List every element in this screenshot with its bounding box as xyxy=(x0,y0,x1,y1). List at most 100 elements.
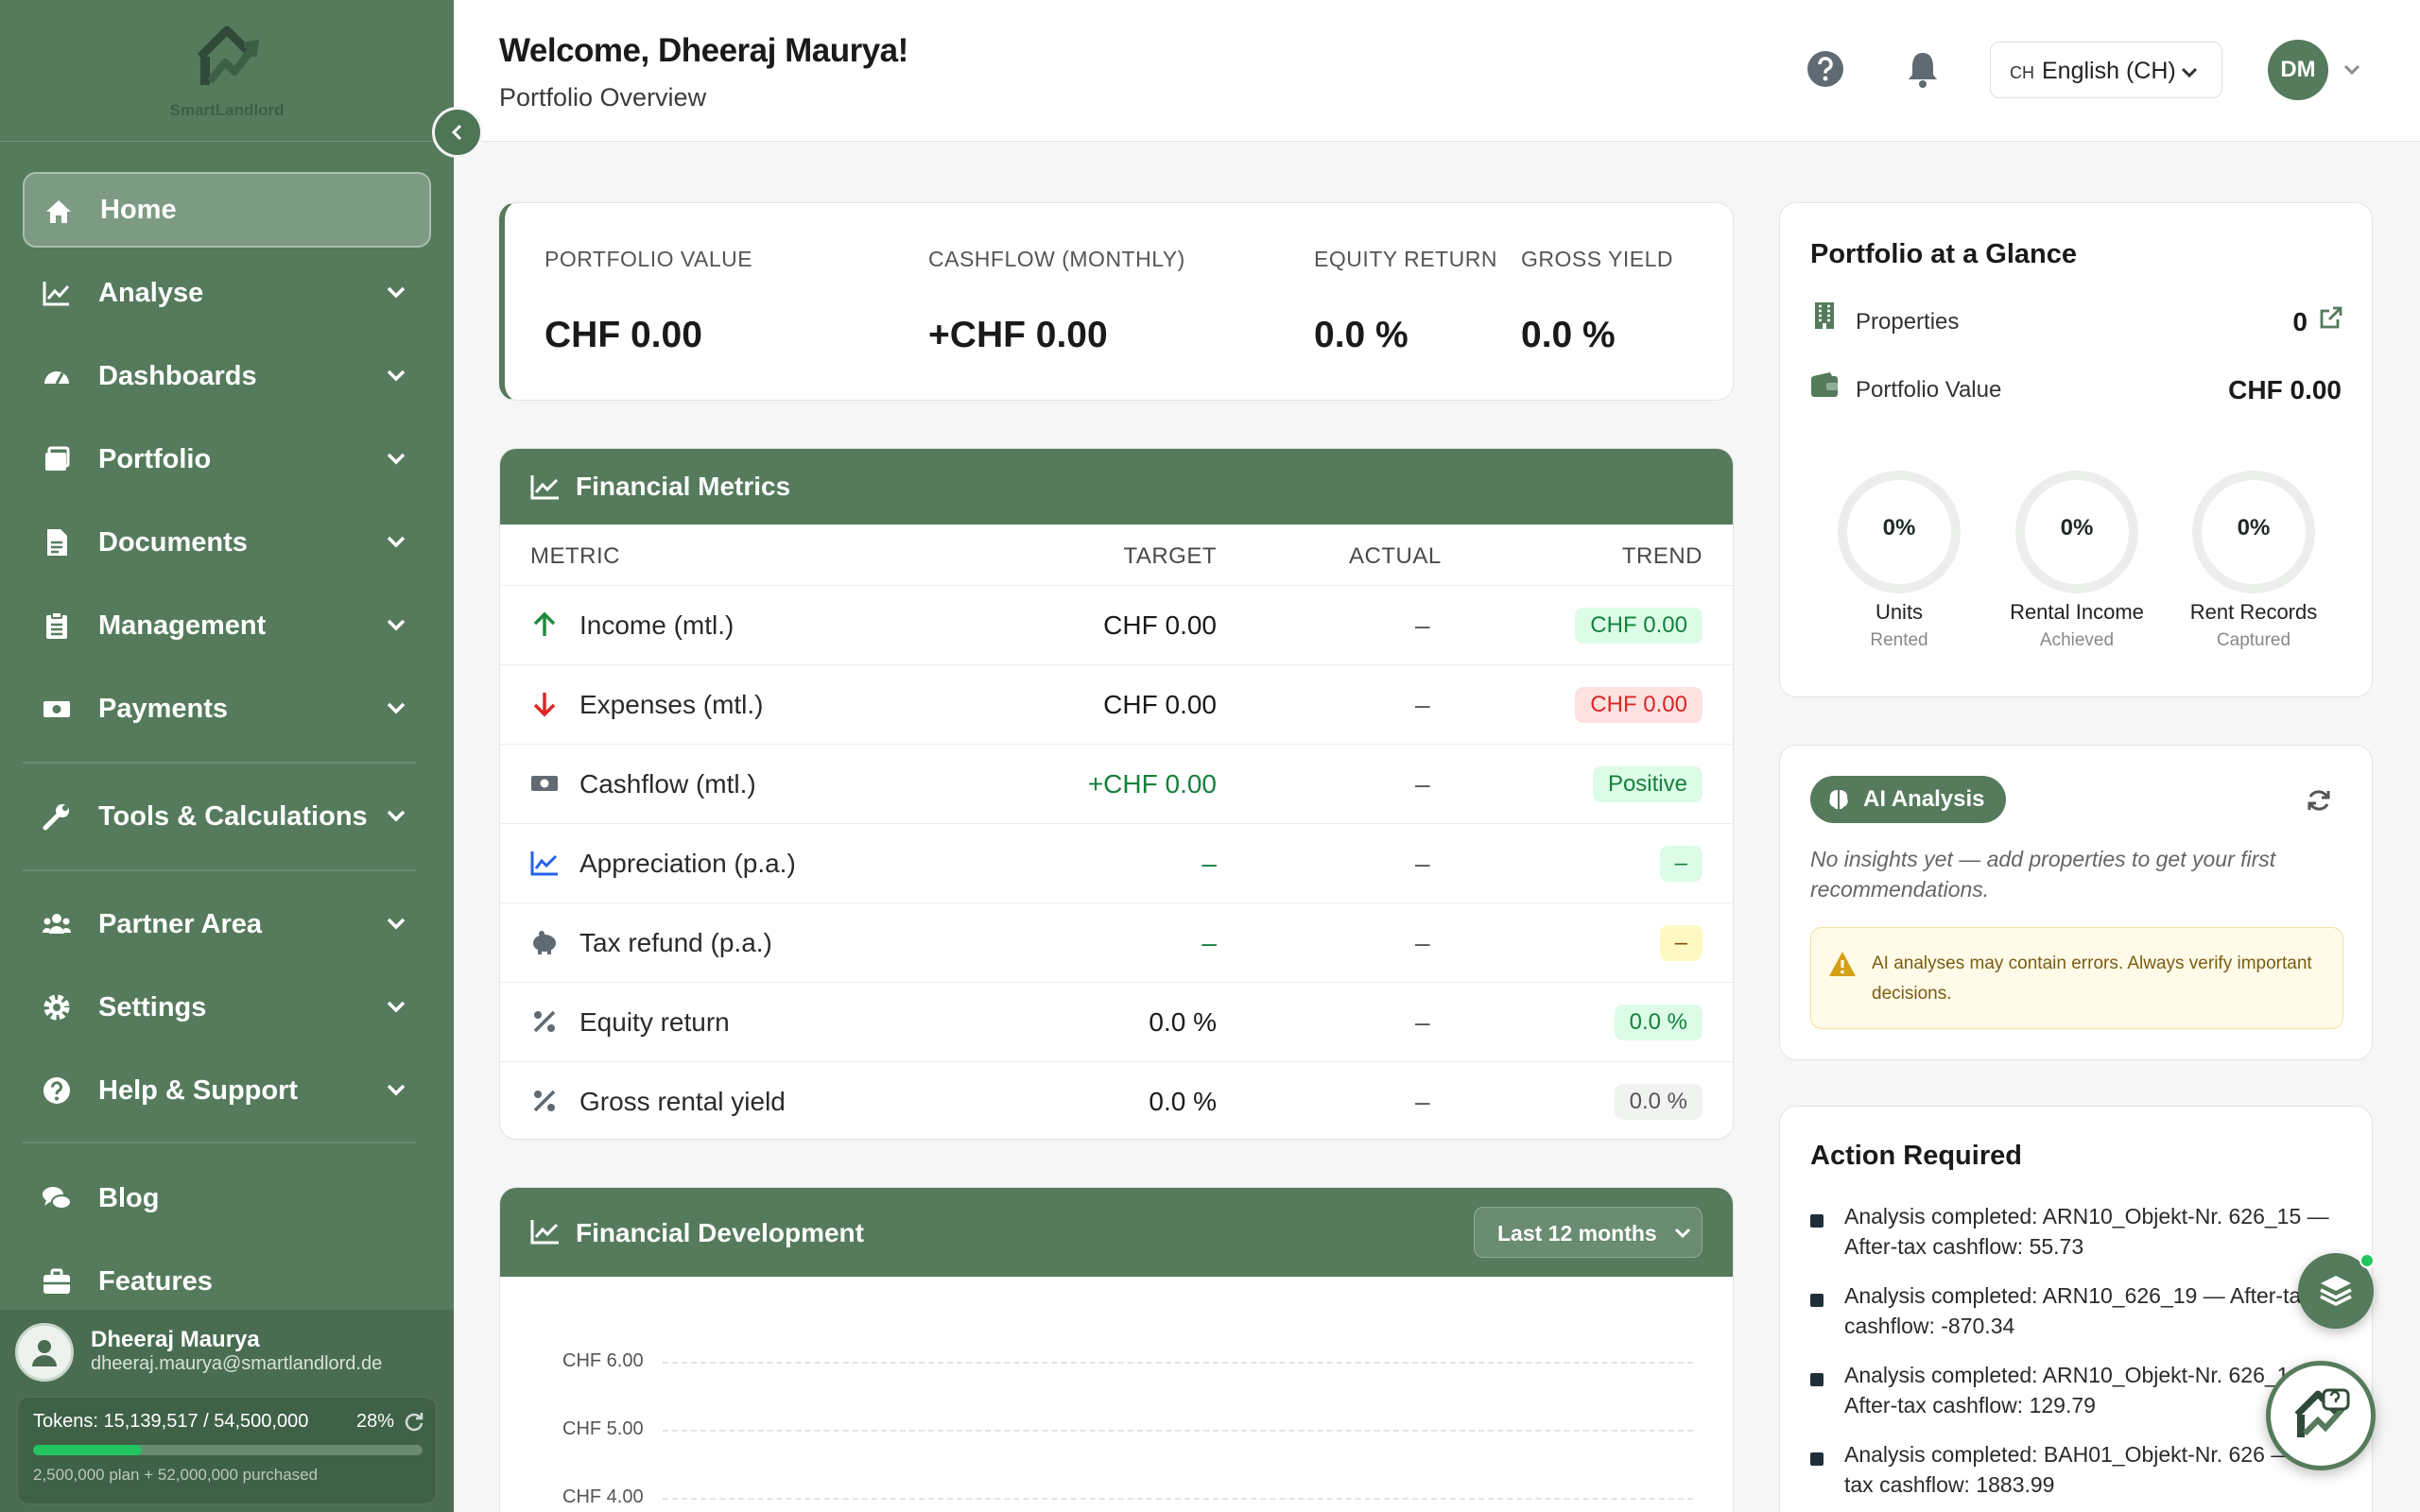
assistant-chat-button[interactable] xyxy=(2266,1361,2376,1470)
assistant-chat-icon xyxy=(2294,1388,2350,1437)
sidebar-item-label: Payments xyxy=(98,693,229,724)
sidebar-item-help-support[interactable]: Help & Support xyxy=(23,1053,431,1128)
sidebar-item-label: Blog xyxy=(98,1182,160,1213)
gauge-icon xyxy=(44,371,69,385)
chevron-down-icon[interactable] xyxy=(2342,60,2361,79)
sidebar-item-label: Documents xyxy=(98,526,248,558)
ring-percent: 0% xyxy=(2060,515,2094,541)
ring-percent: 0% xyxy=(1882,515,1916,541)
trend-badge: 0.0 % xyxy=(1614,1005,1703,1040)
financial-metrics-header: Financial Metrics xyxy=(500,449,1733,524)
user-avatar[interactable] xyxy=(15,1323,74,1382)
metric-label: Equity return xyxy=(579,1007,730,1037)
logo[interactable]: SmartLandlord xyxy=(0,0,454,142)
metric-label: Tax refund (p.a.) xyxy=(579,928,772,957)
metric-label: Appreciation (p.a.) xyxy=(579,849,796,878)
sidebar-item-dashboards[interactable]: Dashboards xyxy=(23,338,431,414)
chart-line-icon xyxy=(43,282,70,306)
ring-rent-records: 0% xyxy=(2191,470,2316,594)
table-row: Expenses (mtl.) CHF 0.00 – CHF 0.00 xyxy=(500,664,1733,744)
sidebar-item-settings[interactable]: Settings xyxy=(23,970,431,1045)
stat-value: CHF 0.00 xyxy=(544,315,702,355)
financial-metrics-card: Financial Metrics METRIC TARGET ACTUAL T… xyxy=(499,448,1734,1140)
action-text: Analysis completed: ARN10_Objekt-Nr. 626… xyxy=(1844,1204,2329,1259)
language-code: CH xyxy=(2010,63,2034,82)
ring-sub: Achieved xyxy=(2039,630,2115,650)
page-subtitle: Portfolio Overview xyxy=(499,83,707,112)
grid-line xyxy=(663,1430,1693,1432)
stat-label: PORTFOLIO VALUE xyxy=(544,247,753,271)
metric-target: 0.0 % xyxy=(1149,1087,1217,1116)
ai-badge-label: AI Analysis xyxy=(1863,786,1985,812)
sidebar-item-blog[interactable]: Blog xyxy=(23,1160,431,1236)
sidebar-item-label: Portfolio xyxy=(98,443,212,474)
column-header-trend: TREND xyxy=(1621,543,1703,569)
table-row: Appreciation (p.a.) – – – xyxy=(500,823,1733,902)
help-icon[interactable] xyxy=(1806,49,1845,89)
sidebar-item-features[interactable]: Features xyxy=(23,1244,431,1319)
metric-actual: – xyxy=(1415,1087,1430,1116)
metric-target: CHF 0.00 xyxy=(1103,610,1217,640)
language-label: English (CH) xyxy=(2042,58,2176,84)
chevron-down-icon xyxy=(387,810,406,822)
sidebar-item-label: Features xyxy=(98,1265,213,1297)
money-icon xyxy=(43,701,70,717)
table-row: Cashflow (mtl.) +CHF 0.00 – Positive xyxy=(500,744,1733,823)
metric-target: +CHF 0.00 xyxy=(1087,769,1217,799)
user-avatar-button[interactable]: DM xyxy=(2268,40,2328,100)
document-icon xyxy=(47,529,67,556)
external-link-icon[interactable] xyxy=(2319,305,2343,330)
briefcase-icon xyxy=(43,1268,70,1294)
sidebar-item-label: Analyse xyxy=(98,277,204,308)
ai-message: No insights yet — add properties to get … xyxy=(1810,847,2276,902)
properties-label: Properties xyxy=(1856,309,1960,335)
sidebar-item-documents[interactable]: Documents xyxy=(23,505,431,580)
bullet-icon xyxy=(1810,1452,1824,1466)
stat-label: EQUITY RETURN xyxy=(1314,247,1497,271)
sidebar-item-label: Partner Area xyxy=(98,908,263,939)
metric-actual: – xyxy=(1415,610,1430,640)
chevron-down-icon xyxy=(387,619,406,631)
ring-label: Rental Income xyxy=(2010,600,2144,624)
tokens-label: Tokens: 15,139,517 / 54,500,000 xyxy=(33,1411,309,1432)
tokens-progress-fill xyxy=(33,1445,143,1455)
sidebar-item-partner-area[interactable]: Partner Area xyxy=(23,886,431,962)
stat-label: CASHFLOW (MONTHLY) xyxy=(928,247,1185,271)
question-icon xyxy=(43,1077,70,1104)
table-row: Tax refund (p.a.) – – – xyxy=(500,902,1733,982)
metric-label: Expenses (mtl.) xyxy=(579,690,764,719)
metric-actual: – xyxy=(1415,690,1430,719)
home-icon xyxy=(46,200,71,223)
sidebar-item-management[interactable]: Management xyxy=(23,588,431,663)
chart-line-icon xyxy=(530,475,559,500)
sidebar-item-payments[interactable]: Payments xyxy=(23,671,431,747)
sidebar-item-portfolio[interactable]: Portfolio xyxy=(23,421,431,497)
table-row: Equity return 0.0 % – 0.0 % xyxy=(500,982,1733,1061)
sidebar-item-tools[interactable]: Tools & Calculations xyxy=(23,779,431,854)
notification-bell-icon[interactable] xyxy=(1904,49,1942,89)
bullet-icon xyxy=(1810,1373,1824,1386)
sidebar-item-analyse[interactable]: Analyse xyxy=(23,255,431,331)
refresh-icon[interactable] xyxy=(404,1411,424,1432)
percent-icon xyxy=(533,1090,556,1112)
y-axis-tick: CHF 6.00 xyxy=(562,1350,644,1371)
sidebar-item-home[interactable]: Home xyxy=(23,172,431,248)
chevron-down-icon xyxy=(2181,67,2198,78)
ring-label: Rent Records xyxy=(2189,600,2318,624)
refresh-icon[interactable] xyxy=(2306,787,2332,814)
language-select[interactable]: CH English (CH) xyxy=(1990,42,2222,98)
column-header-metric: METRIC xyxy=(530,543,620,569)
logo-text: SmartLandlord xyxy=(169,101,285,119)
online-status-dot xyxy=(2360,1253,2375,1268)
chevron-down-icon xyxy=(387,369,406,382)
token-usage: Tokens: 15,139,517 / 54,500,000 28% 2,50… xyxy=(17,1397,437,1504)
stat-value: +CHF 0.00 xyxy=(928,315,1108,355)
portfolio-glance-card: Portfolio at a Glance Properties 0 Portf… xyxy=(1779,202,2373,697)
top-header: Welcome, Dheeraj Maurya! Portfolio Overv… xyxy=(454,0,2420,142)
period-select[interactable]: Last 12 months xyxy=(1474,1207,1703,1258)
portfolio-icon xyxy=(45,446,70,471)
glance-title: Portfolio at a Glance xyxy=(1810,239,2077,269)
ring-percent: 0% xyxy=(2237,515,2271,541)
collapse-sidebar-button[interactable] xyxy=(432,107,483,158)
financial-development-header: Financial Development Last 12 months xyxy=(500,1188,1733,1277)
